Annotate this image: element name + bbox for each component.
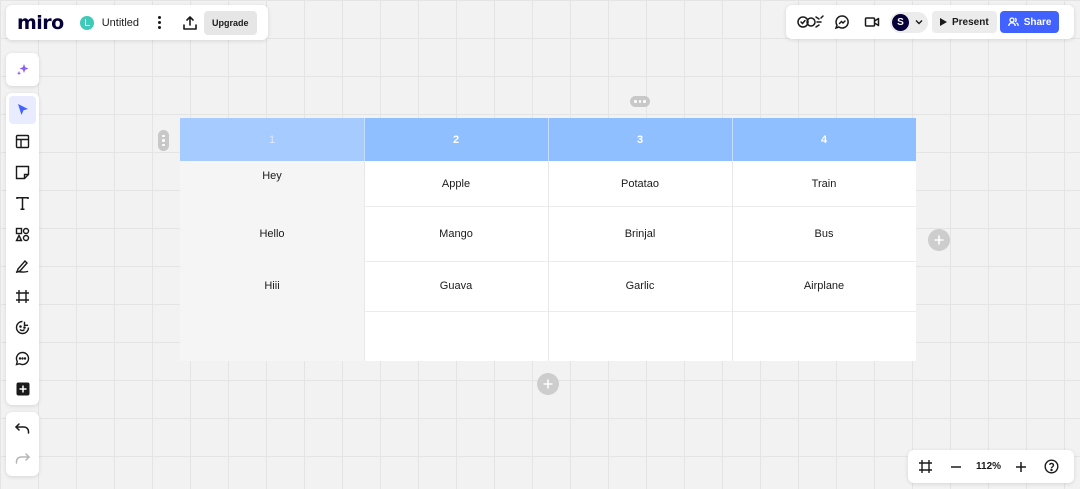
fit-to-screen-button[interactable] [918, 459, 933, 474]
table-cell[interactable]: Hiii [180, 280, 364, 292]
board-header-panel: miro Untitled Upgrade [6, 5, 268, 40]
frame-icon [15, 289, 30, 304]
minus-icon [951, 465, 961, 468]
table-cell[interactable]: Guava [364, 280, 548, 292]
comment-tool[interactable] [6, 344, 39, 372]
chat-icon[interactable] [834, 14, 850, 30]
shapes-tool[interactable] [6, 220, 39, 248]
stickers-tool[interactable] [6, 313, 39, 341]
board-status-icon [79, 15, 94, 30]
add-column-button[interactable] [928, 229, 950, 251]
pen-tool[interactable] [6, 251, 39, 279]
table-header-cell[interactable]: 1 [180, 118, 364, 161]
table-cell[interactable]: Hello [180, 228, 364, 240]
board-title[interactable]: Untitled [102, 17, 139, 29]
header-divider [732, 118, 733, 161]
share-button[interactable]: Share [999, 11, 1060, 33]
table-cell[interactable]: Mango [364, 228, 548, 240]
select-tool[interactable] [9, 96, 36, 124]
table-options-handle[interactable] [630, 96, 650, 107]
zoom-level[interactable]: 112% [976, 461, 1001, 472]
plus-icon [1016, 461, 1027, 472]
text-tool[interactable] [6, 189, 39, 217]
video-call-icon[interactable] [864, 14, 880, 30]
tools-toolbar [6, 93, 39, 405]
table-cell[interactable] [364, 323, 548, 353]
header-divider [548, 118, 549, 161]
add-row-button[interactable] [537, 373, 559, 395]
upgrade-button[interactable]: Upgrade [204, 10, 257, 35]
table-cell[interactable] [732, 323, 916, 353]
present-label: Present [952, 16, 989, 28]
undo-icon [15, 423, 30, 435]
templates-tool[interactable] [6, 127, 39, 155]
header-divider [364, 118, 365, 161]
row-divider [364, 206, 916, 207]
sticky-note-icon [15, 165, 30, 180]
play-icon [940, 18, 947, 26]
undo-button[interactable] [6, 415, 39, 443]
help-button[interactable] [1044, 459, 1059, 474]
sparkle-icon [15, 62, 31, 78]
row-divider [364, 261, 916, 262]
help-icon [1044, 459, 1059, 474]
users-icon [1007, 17, 1019, 27]
plus-icon [543, 379, 553, 389]
plus-square-icon [16, 382, 30, 396]
export-icon[interactable] [182, 15, 198, 31]
redo-button[interactable] [6, 445, 39, 473]
history-toolbar [6, 412, 39, 476]
shapes-icon [15, 227, 30, 242]
table-cell[interactable]: Apple [364, 178, 548, 190]
share-label: Share [1023, 16, 1052, 28]
table-cell[interactable]: Brinjal [548, 228, 732, 240]
table-header-cell[interactable]: 2 [364, 118, 548, 161]
miro-logo[interactable]: miro [17, 12, 64, 34]
avatar: S [892, 13, 909, 31]
zoom-out-button[interactable] [950, 461, 962, 473]
board-menu-icon[interactable] [156, 16, 162, 29]
table-cell[interactable] [180, 323, 364, 353]
table-cell[interactable]: Potatao [548, 178, 732, 190]
more-apps-tool[interactable] [6, 375, 39, 403]
table-cell[interactable]: Garlic [548, 280, 732, 292]
redo-icon [15, 453, 30, 465]
table-header-cell[interactable]: 4 [732, 118, 916, 161]
ai-assist-button[interactable] [6, 53, 39, 86]
table-header-cell[interactable]: 3 [548, 118, 732, 161]
plus-icon [934, 235, 944, 245]
frame-tool[interactable] [6, 282, 39, 310]
template-icon [15, 134, 30, 149]
row-divider [364, 311, 916, 312]
pen-icon [15, 258, 30, 273]
text-icon [15, 196, 30, 211]
fit-screen-icon [919, 460, 932, 473]
cursor-icon [16, 103, 30, 117]
emoji-icon [15, 320, 30, 335]
chevron-down-icon [915, 19, 923, 25]
comment-icon [15, 351, 30, 366]
table-widget[interactable]: 1 2 3 4 Hey Apple Potatao Train Hello Ma… [180, 118, 916, 361]
collaboration-panel: S Present Share [786, 5, 1074, 39]
table-cell[interactable]: Airplane [732, 280, 916, 292]
reactions-icon[interactable] [796, 13, 826, 32]
table-cell[interactable]: Train [732, 178, 916, 190]
table-cell[interactable]: Hey [180, 170, 364, 182]
zoom-in-button[interactable] [1015, 461, 1027, 473]
present-button[interactable]: Present [932, 11, 997, 33]
row-drag-handle[interactable] [158, 130, 169, 151]
user-menu[interactable]: S [890, 11, 928, 33]
zoom-controls: 112% [908, 450, 1074, 483]
sticky-note-tool[interactable] [6, 158, 39, 186]
table-cell[interactable] [548, 323, 732, 353]
table-cell[interactable]: Bus [732, 228, 916, 240]
